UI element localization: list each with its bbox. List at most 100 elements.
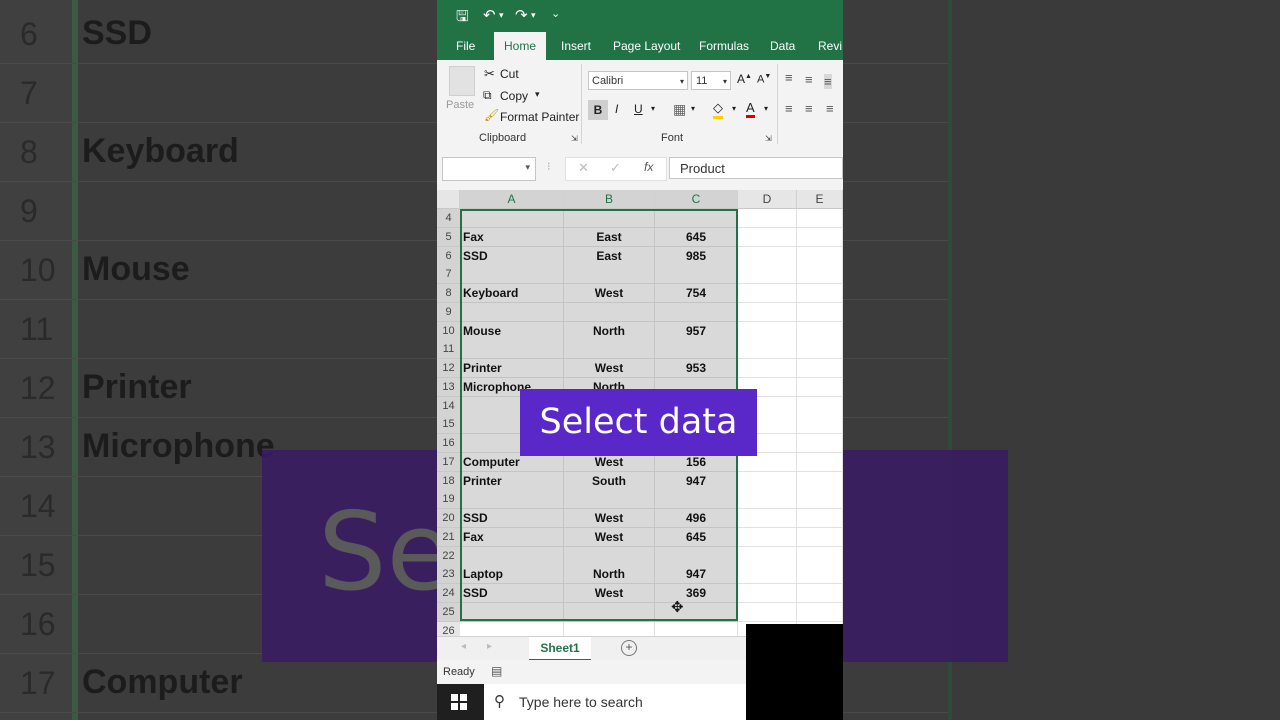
- taskbar-search-box[interactable]: ⚲ Type here to search: [484, 684, 746, 720]
- cell-b[interactable]: East: [564, 227, 655, 247]
- row-header[interactable]: 24: [437, 584, 460, 603]
- cell-e[interactable]: [797, 546, 843, 566]
- cell-d[interactable]: [738, 565, 797, 585]
- format-painter-button[interactable]: Format Painter: [500, 110, 579, 124]
- cell-c[interactable]: 947: [655, 565, 738, 585]
- align-bottom-icon[interactable]: ≡: [824, 74, 832, 89]
- cell-c[interactable]: [655, 209, 738, 228]
- cell-c[interactable]: [655, 621, 738, 636]
- row-header[interactable]: 19: [437, 490, 460, 510]
- cell-b[interactable]: West: [564, 509, 655, 528]
- redo-icon[interactable]: ↷: [515, 6, 528, 24]
- cell-d[interactable]: [738, 227, 797, 247]
- cell-c[interactable]: 369: [655, 584, 738, 603]
- row-header[interactable]: 12: [437, 359, 460, 378]
- row-header[interactable]: 21: [437, 527, 460, 547]
- align-right-icon[interactable]: ≡: [826, 101, 834, 116]
- cell-a[interactable]: Mouse: [460, 321, 564, 341]
- cell-c[interactable]: 947: [655, 471, 738, 491]
- cell-e[interactable]: [797, 584, 843, 603]
- cell-a[interactable]: [460, 490, 564, 510]
- save-icon[interactable]: 🖫: [456, 6, 469, 31]
- italic-button[interactable]: I: [615, 102, 618, 116]
- cell-a[interactable]: [460, 340, 564, 360]
- cell-b[interactable]: [564, 546, 655, 566]
- cell-b[interactable]: North: [564, 321, 655, 341]
- cell-c[interactable]: 754: [655, 284, 738, 303]
- row-header[interactable]: 6: [437, 246, 460, 266]
- customize-toolbar-icon[interactable]: ⌄: [551, 7, 560, 20]
- borders-icon[interactable]: ▦: [673, 101, 686, 118]
- scroll-right-icon[interactable]: ▸: [487, 641, 492, 652]
- tab-page-layout[interactable]: Page Layout: [613, 32, 680, 60]
- cell-c[interactable]: 645: [655, 527, 738, 547]
- cell-e[interactable]: [797, 471, 843, 491]
- cell-b[interactable]: South: [564, 471, 655, 491]
- cell-d[interactable]: [738, 471, 797, 491]
- font-name-select[interactable]: Calibri ▾: [588, 71, 688, 90]
- cell-a[interactable]: Keyboard: [460, 284, 564, 303]
- cell-e[interactable]: [797, 509, 843, 528]
- cell-c[interactable]: [655, 490, 738, 510]
- cell-a[interactable]: SSD: [460, 584, 564, 603]
- cell-e[interactable]: [797, 527, 843, 547]
- windows-start-icon[interactable]: [451, 694, 467, 710]
- cell-a[interactable]: Fax: [460, 527, 564, 547]
- cell-b[interactable]: North: [564, 565, 655, 585]
- row-header[interactable]: 15: [437, 415, 460, 435]
- row-header[interactable]: 26: [437, 621, 460, 636]
- column-header-c[interactable]: C: [655, 190, 738, 209]
- cell-d[interactable]: [738, 340, 797, 360]
- cell-b[interactable]: East: [564, 246, 655, 266]
- sheet-tab-sheet1[interactable]: Sheet1: [529, 637, 591, 661]
- font-color-icon[interactable]: A: [746, 100, 755, 118]
- redo-dropdown-icon[interactable]: ▾: [531, 10, 536, 21]
- cell-c[interactable]: [655, 546, 738, 566]
- cell-c[interactable]: 957: [655, 321, 738, 341]
- cell-a[interactable]: Fax: [460, 227, 564, 247]
- row-header[interactable]: 13: [437, 377, 460, 397]
- cell-a[interactable]: SSD: [460, 246, 564, 266]
- cell-e[interactable]: [797, 452, 843, 472]
- cell-d[interactable]: [738, 490, 797, 510]
- fill-color-dropdown-icon[interactable]: ▾: [732, 104, 736, 113]
- cell-d[interactable]: [738, 246, 797, 266]
- row-header[interactable]: 4: [437, 209, 460, 228]
- cell-a[interactable]: [460, 621, 564, 636]
- cell-e[interactable]: [797, 246, 843, 266]
- row-header[interactable]: 17: [437, 452, 460, 472]
- cell-b[interactable]: [564, 621, 655, 636]
- cell-c[interactable]: [655, 602, 738, 622]
- enter-icon[interactable]: ✓: [610, 160, 621, 176]
- column-header-d[interactable]: D: [738, 190, 797, 209]
- paste-button[interactable]: Paste: [446, 99, 474, 111]
- decrease-font-size-icon[interactable]: A▼: [757, 73, 771, 86]
- underline-button[interactable]: U: [634, 102, 643, 116]
- resize-handle-icon[interactable]: ⁝: [547, 160, 551, 173]
- cell-b[interactable]: West: [564, 584, 655, 603]
- cell-b[interactable]: West: [564, 527, 655, 547]
- cut-button[interactable]: Cut: [500, 67, 519, 81]
- cell-c[interactable]: [655, 302, 738, 322]
- copy-button[interactable]: Copy: [500, 89, 528, 103]
- align-middle-icon[interactable]: ≡: [805, 72, 813, 87]
- column-header-e[interactable]: E: [797, 190, 843, 209]
- undo-icon[interactable]: ↶: [483, 6, 496, 24]
- cancel-icon[interactable]: ✕: [578, 160, 589, 176]
- row-header[interactable]: 16: [437, 434, 460, 453]
- row-header[interactable]: 25: [437, 602, 460, 622]
- cell-e[interactable]: [797, 415, 843, 435]
- row-header[interactable]: 10: [437, 321, 460, 341]
- cell-e[interactable]: [797, 377, 843, 397]
- cell-b[interactable]: [564, 602, 655, 622]
- cell-d[interactable]: [738, 359, 797, 378]
- cell-a[interactable]: [460, 602, 564, 622]
- cell-b[interactable]: [564, 209, 655, 228]
- cell-e[interactable]: [797, 565, 843, 585]
- cell-b[interactable]: [564, 340, 655, 360]
- row-header[interactable]: 20: [437, 509, 460, 528]
- cell-c[interactable]: 496: [655, 509, 738, 528]
- cell-a[interactable]: Printer: [460, 359, 564, 378]
- cell-d[interactable]: [738, 546, 797, 566]
- column-header-a[interactable]: A: [460, 190, 564, 209]
